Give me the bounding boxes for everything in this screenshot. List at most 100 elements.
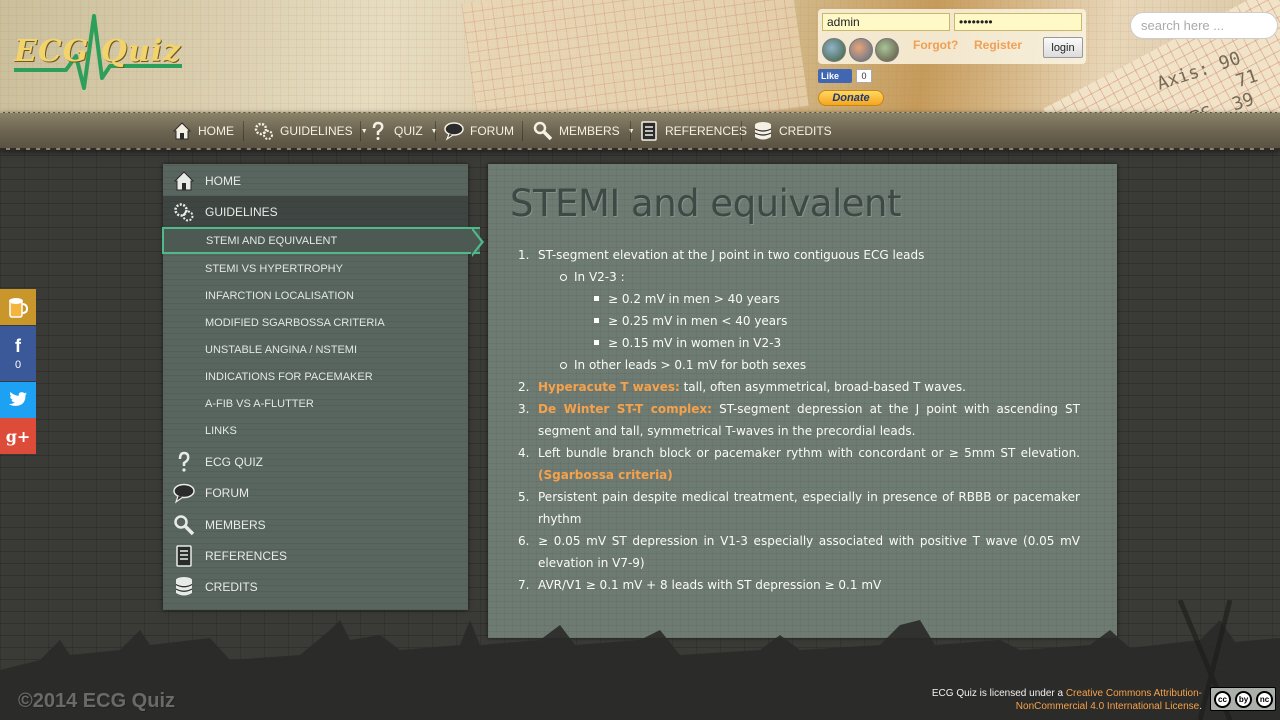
list-item: 2. Hyperacute T waves: tall, often asymm… xyxy=(518,376,1080,398)
logo-text: ECG Quiz xyxy=(14,34,182,69)
nav-quiz[interactable]: QUIZ ▼ xyxy=(368,113,438,149)
sidebar-item-label: ECG QUIZ xyxy=(205,454,264,469)
sidebar-item-label: MEMBERS xyxy=(205,517,266,532)
facebook-icon: f xyxy=(15,336,21,356)
password-field[interactable] xyxy=(954,13,1082,31)
nav-forum[interactable]: FORUM xyxy=(444,113,514,149)
nav-home[interactable]: HOME xyxy=(172,113,234,149)
list-item-text: Left bundle branch block or pacemaker ry… xyxy=(538,446,1080,460)
twitter-share-button[interactable] xyxy=(0,382,36,418)
coins-icon xyxy=(175,576,193,595)
magnifier-icon xyxy=(174,514,195,535)
sidebar-item-forum[interactable]: FORUM xyxy=(163,477,468,508)
sidebar-subitem-indications-pacemaker[interactable]: INDICATIONS FOR PACEMAKER xyxy=(163,363,468,390)
creative-commons-badge[interactable]: cc by nc xyxy=(1210,687,1276,711)
list-number: 1. xyxy=(518,248,530,262)
speech-bubble-icon xyxy=(444,122,464,141)
beer-icon xyxy=(9,298,29,318)
sidebar-item-references[interactable]: REFERENCES xyxy=(163,540,468,571)
list-item-text: Persistent pain despite medical treatmen… xyxy=(538,490,1080,526)
list-item: 5. Persistent pain despite medical treat… xyxy=(518,486,1080,530)
by-icon: by xyxy=(1235,691,1252,708)
home-icon xyxy=(172,122,192,140)
sidebar-item-guidelines[interactable]: GUIDELINES xyxy=(163,196,468,227)
sidebar-item-credits[interactable]: CREDITS xyxy=(163,571,468,602)
nav-divider xyxy=(630,121,631,141)
sidebar-subitem-infarction-localisation[interactable]: INFARCTION LOCALISATION xyxy=(163,282,468,309)
sidebar-subitem-label: A-FIB VS A-FLUTTER xyxy=(205,397,314,410)
sub-sub-list-item: ≥ 0.15 mV in women in V2-3 xyxy=(518,332,1080,354)
site-logo[interactable]: ECG Quiz xyxy=(6,12,186,102)
login-button[interactable]: login xyxy=(1043,37,1083,58)
sidebar-item-label: REFERENCES xyxy=(205,548,288,563)
googleplus-share-button[interactable]: g+ xyxy=(0,418,36,454)
nav-divider xyxy=(741,121,742,141)
social-login-icon-2[interactable] xyxy=(849,38,873,62)
nav-members-label: MEMBERS xyxy=(559,124,620,138)
sub-list-item-text: In other leads > 0.1 mV for both sexes xyxy=(574,358,807,372)
forgot-password-link[interactable]: Forgot? xyxy=(913,38,958,52)
list-item: 3. De Winter ST-T complex: ST-segment de… xyxy=(518,398,1080,442)
nav-guidelines[interactable]: GUIDELINES ▼ xyxy=(254,113,368,149)
facebook-share-button[interactable]: f 0 xyxy=(0,326,36,381)
facebook-share-count: 0 xyxy=(14,359,22,371)
list-item-text: ≥ 0.05 mV ST depression in V1-3 especial… xyxy=(538,534,1080,570)
sidebar-subitem-label: UNSTABLE ANGINA / NSTEMI xyxy=(205,343,357,356)
document-icon xyxy=(176,544,192,567)
sidebar-item-ecg-quiz[interactable]: ECG QUIZ xyxy=(163,446,468,477)
nav-divider xyxy=(522,121,523,141)
gears-icon xyxy=(254,122,273,140)
license-prefix: ECG Quiz is licensed under a xyxy=(931,688,1066,699)
register-link[interactable]: Register xyxy=(974,38,1022,52)
nav-quiz-label: QUIZ xyxy=(394,124,423,138)
social-login-icon-1[interactable] xyxy=(822,38,846,62)
nav-divider xyxy=(435,121,436,141)
speech-bubble-icon xyxy=(173,483,195,504)
donate-button[interactable]: Donate xyxy=(818,90,884,106)
beer-share-button[interactable] xyxy=(0,289,36,325)
list-number: 6. xyxy=(518,534,530,548)
question-icon xyxy=(372,121,384,140)
page-title: STEMI and equivalent xyxy=(510,182,901,225)
site-header: Axis: 90 71 QRS 39 ECG Quiz Forgot? Regi… xyxy=(0,0,1280,112)
facebook-like-button[interactable]: Like xyxy=(818,69,852,83)
list-item: 7. AVR/V1 ≥ 0.1 mV + 8 leads with ST dep… xyxy=(518,574,1080,596)
nav-forum-label: FORUM xyxy=(470,124,514,138)
list-number: 4. xyxy=(518,446,530,460)
sidebar-subitem-afib-vs-aflutter[interactable]: A-FIB VS A-FLUTTER xyxy=(163,390,468,417)
list-item: 1. ST-segment elevation at the J point i… xyxy=(518,244,1080,266)
sidebar-subitem-links[interactable]: LINKS xyxy=(163,417,468,444)
list-number: 2. xyxy=(518,380,530,394)
list-item: 4. Left bundle branch block or pacemaker… xyxy=(518,442,1080,486)
list-number: 3. xyxy=(518,402,530,416)
facebook-like-count: 0 xyxy=(856,69,872,83)
sidebar-item-label: FORUM xyxy=(205,485,249,500)
list-item-text: tall, often asymmetrical, broad-based T … xyxy=(679,380,966,394)
sidebar-subitem-modified-sgarbossa[interactable]: MODIFIED SGARBOSSA CRITERIA xyxy=(163,309,468,336)
nav-divider xyxy=(360,121,361,141)
list-item: 6. ≥ 0.05 mV ST depression in V1-3 espec… xyxy=(518,530,1080,574)
sub-sub-list-item: ≥ 0.2 mV in men > 40 years xyxy=(518,288,1080,310)
nav-references[interactable]: REFERENCES xyxy=(639,113,747,149)
sidebar-subitem-label: STEMI VS HYPERTROPHY xyxy=(205,262,343,275)
social-login-icon-3[interactable] xyxy=(875,38,899,62)
username-field[interactable] xyxy=(822,13,950,31)
login-box: Forgot? Register login xyxy=(818,9,1086,64)
ecg-paper-decoration xyxy=(461,0,809,112)
sidebar: HOME GUIDELINES STEMI AND EQUIVALENT STE… xyxy=(162,164,484,610)
sidebar-subitem-stemi-and-equivalent[interactable]: STEMI AND EQUIVALENT xyxy=(162,227,484,257)
nav-references-label: REFERENCES xyxy=(665,124,748,138)
list-number: 7. xyxy=(518,578,530,592)
sgarbossa-criteria-link[interactable]: (Sgarbossa criteria) xyxy=(538,468,673,482)
search-input[interactable] xyxy=(1130,12,1278,39)
nav-members[interactable]: MEMBERS ▼ xyxy=(533,113,635,149)
home-icon xyxy=(173,170,195,190)
sidebar-subitem-stemi-vs-hypertrophy[interactable]: STEMI VS HYPERTROPHY xyxy=(163,255,468,282)
sidebar-item-home[interactable]: HOME xyxy=(163,165,468,196)
chevron-down-icon: ▼ xyxy=(627,127,635,135)
main-content: STEMI and equivalent 1. ST-segment eleva… xyxy=(488,164,1117,638)
sidebar-item-members[interactable]: MEMBERS xyxy=(163,509,468,540)
nav-credits[interactable]: CREDITS xyxy=(753,113,832,149)
sidebar-subitem-unstable-angina[interactable]: UNSTABLE ANGINA / NSTEMI xyxy=(163,336,468,363)
sidebar-subitem-label: INFARCTION LOCALISATION xyxy=(205,289,354,302)
